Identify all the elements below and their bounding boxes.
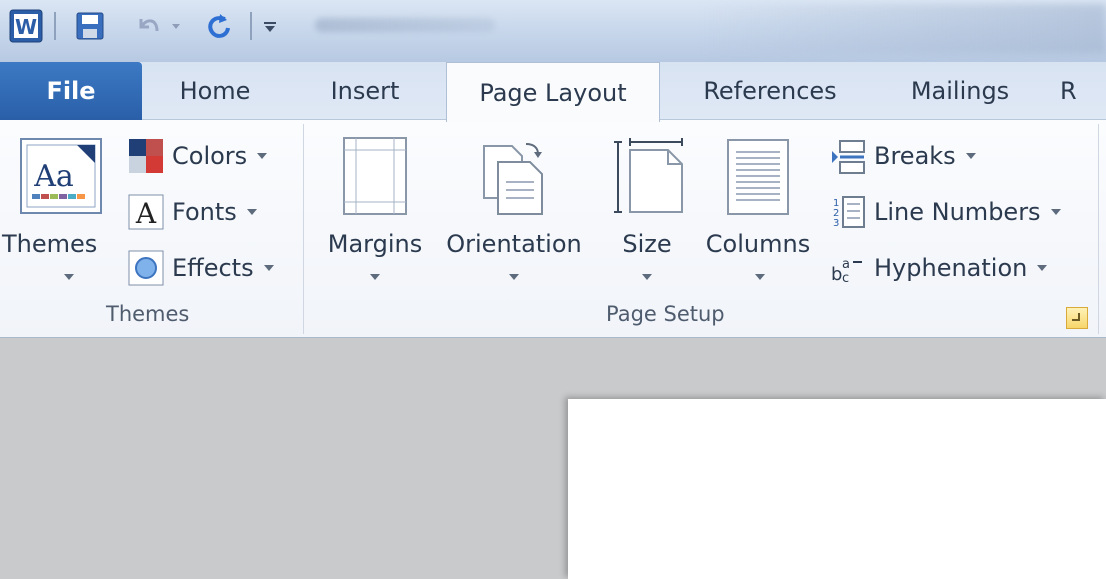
columns-icon (726, 138, 790, 222)
colors-dropdown-icon (257, 153, 268, 159)
breaks-icon (830, 138, 866, 174)
svg-text:W: W (15, 15, 37, 39)
effects-dropdown-icon (263, 265, 274, 271)
redo-icon[interactable] (198, 6, 238, 46)
hyphenation-label: Hyphenation (874, 254, 1028, 282)
orientation-label: Orientation (446, 230, 582, 258)
document-page[interactable] (568, 399, 1106, 579)
qat-separator (54, 12, 56, 40)
line-numbers-dropdown-icon (1050, 209, 1061, 215)
size-icon (612, 138, 686, 222)
fonts-icon: A (128, 194, 164, 230)
colors-icon (128, 138, 164, 174)
themes-button[interactable]: Aa Themes (2, 136, 116, 296)
line-numbers-icon: 1 2 3 (830, 194, 866, 230)
group-separator (1098, 124, 1099, 334)
breaks-button[interactable]: Breaks (830, 136, 976, 176)
size-label: Size (622, 230, 672, 258)
columns-button[interactable]: Columns (702, 136, 814, 296)
svg-text:c: c (842, 271, 849, 286)
hyphenation-dropdown-icon (1037, 265, 1048, 271)
svg-text:b: b (831, 264, 842, 285)
svg-text:Aa: Aa (33, 159, 74, 194)
undo-dropdown-icon[interactable] (168, 6, 184, 46)
margins-button[interactable]: Margins (318, 136, 432, 296)
hyphenation-icon: b a c (830, 250, 866, 286)
themes-dropdown-icon (64, 274, 74, 280)
ribbon-tab-row: File Home Insert Page Layout References … (0, 62, 1106, 122)
tab-insert[interactable]: Insert (310, 62, 420, 120)
svg-text:A: A (135, 197, 157, 230)
tab-file[interactable]: File (0, 62, 142, 120)
svg-text:3: 3 (833, 218, 839, 229)
themes-group-label: Themes (106, 302, 190, 326)
fonts-label: Fonts (172, 198, 237, 226)
size-dropdown-icon (642, 274, 652, 280)
blurred-title-area (700, 4, 1106, 54)
themes-button-label: Themes (2, 230, 98, 258)
columns-label: Columns (705, 230, 811, 258)
breaks-dropdown-icon (965, 153, 976, 159)
size-button[interactable]: Size (602, 136, 692, 296)
blurred-document-title (315, 18, 495, 32)
tab-review-partial[interactable]: R (1060, 62, 1106, 120)
effects-button[interactable]: Effects (128, 248, 274, 288)
tab-mailings[interactable]: Mailings (890, 62, 1030, 120)
tab-references[interactable]: References (690, 62, 850, 120)
orientation-icon (478, 140, 548, 222)
colors-label: Colors (172, 142, 248, 170)
margins-dropdown-icon (370, 274, 380, 280)
themes-icon: Aa (18, 136, 104, 222)
margins-label: Margins (327, 230, 423, 258)
margins-icon (342, 136, 408, 222)
page-setup-dialog-launcher-icon[interactable] (1066, 307, 1088, 329)
colors-button[interactable]: Colors (128, 136, 268, 176)
word-app-icon[interactable]: W (6, 6, 46, 46)
effects-label: Effects (172, 254, 254, 282)
group-separator (303, 124, 304, 334)
line-numbers-label: Line Numbers (874, 198, 1041, 226)
orientation-dropdown-icon (509, 274, 519, 280)
tab-home[interactable]: Home (160, 62, 270, 120)
hyphenation-button[interactable]: b a c Hyphenation (830, 248, 1048, 288)
customize-qat-icon[interactable] (258, 6, 282, 46)
fonts-dropdown-icon (246, 209, 257, 215)
tab-page-layout[interactable]: Page Layout (446, 62, 660, 122)
orientation-button[interactable]: Orientation (436, 136, 592, 296)
effects-icon (128, 250, 164, 286)
page-setup-group-label: Page Setup (606, 302, 725, 326)
qat-separator (250, 12, 252, 40)
svg-text:a: a (842, 257, 850, 272)
breaks-label: Breaks (874, 142, 956, 170)
undo-icon[interactable] (130, 6, 166, 46)
columns-dropdown-icon (755, 274, 765, 280)
save-icon[interactable] (70, 6, 110, 46)
fonts-button[interactable]: A Fonts (128, 192, 257, 232)
line-numbers-button[interactable]: 1 2 3 Line Numbers (830, 192, 1061, 232)
